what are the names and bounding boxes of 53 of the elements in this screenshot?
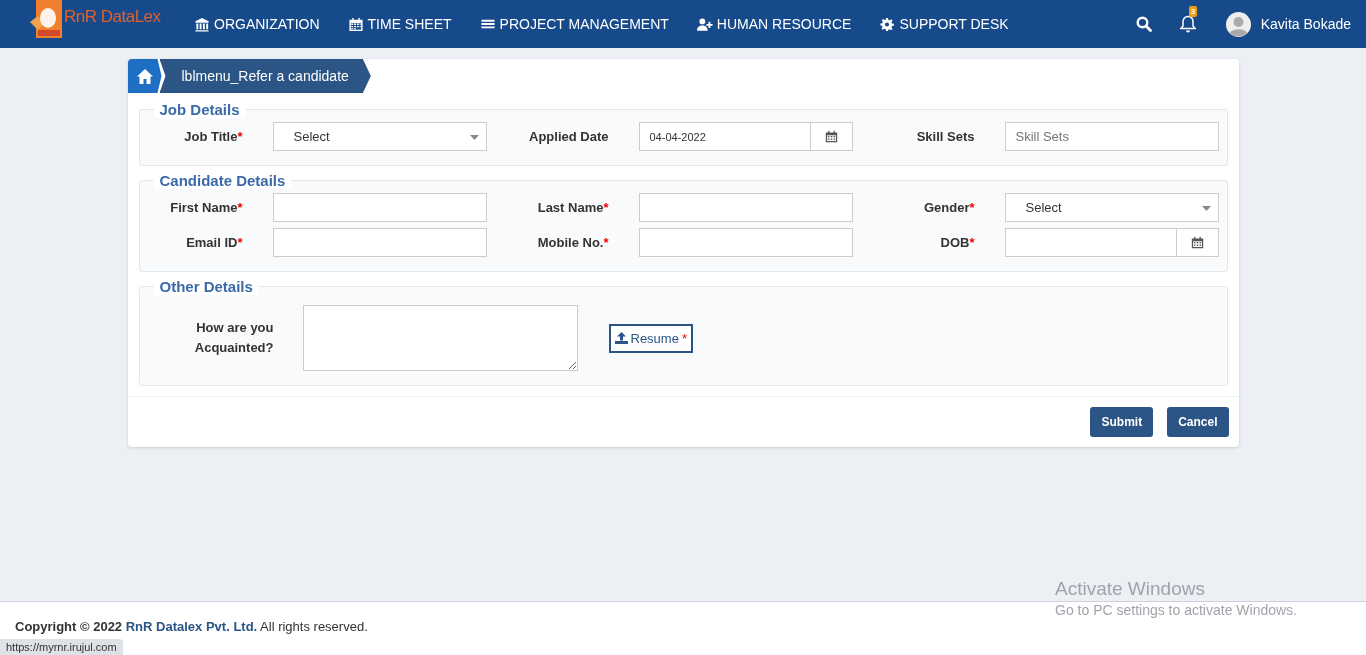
select-field[interactable]: Select [272,122,487,151]
field-label: Gender* [922,200,975,215]
calendar-icon [824,130,838,143]
action-button[interactable]: Submit [1090,407,1154,437]
nav-link[interactable]: SUPPORT DESK [879,16,1009,32]
field-label: DOB* [939,235,975,250]
field-label: Last Name* [536,200,609,215]
caret-icon [469,135,479,140]
activation-title: Activate Windows [1055,578,1206,600]
field-label: Skill Sets [915,129,975,144]
action-button[interactable]: Cancel [1167,407,1229,437]
copyright-text: Copyright © 2022 RnR Datalex Pvt. Ltd. All rights reserved. [15,619,368,634]
calendar-button[interactable] [1176,228,1219,257]
resume-upload-button[interactable]: Resume * [608,323,693,353]
text-field[interactable] [638,193,853,222]
field-label: Mobile No.* [536,235,609,250]
section-title: Job Details [153,101,246,118]
text-field[interactable] [638,228,853,257]
nav-link[interactable]: PROJECT MANAGEMENT [479,16,669,32]
calendar-button[interactable] [810,122,853,151]
nav-link[interactable]: ORGANIZATION [194,16,320,32]
user-plus-icon [696,16,713,32]
calendar-icon [1190,236,1204,249]
gear-icon [879,16,896,32]
activation-text: Go to PC settings to activate Windows. [1055,602,1297,618]
user-name[interactable]: Kavita Bokade [1260,16,1351,32]
text-field[interactable] [272,193,487,222]
date-field[interactable]: 04-04-2022 [638,122,811,151]
field-label: Email ID* [185,235,243,250]
text-field[interactable]: Skill Sets [1004,122,1219,151]
section-title: Other Details [153,278,259,295]
search-icon[interactable] [1135,16,1152,32]
caret-icon [1201,206,1211,211]
bank-icon [194,16,210,32]
home-button[interactable] [127,59,162,93]
date-field[interactable] [1004,228,1177,257]
notification-badge: 3 [1188,6,1198,17]
bell-icon[interactable] [1179,15,1196,33]
calendar-icon [347,16,364,32]
upload-icon [614,332,628,344]
field-label: How are you Acquainted? [193,319,274,357]
nav-link[interactable]: TIME SHEET [347,16,452,32]
field-label: First Name* [169,200,243,215]
breadcrumb-item: lblmenu_Refer a candidate [159,59,371,93]
text-field[interactable] [272,228,487,257]
select-field[interactable]: Select [1004,193,1219,222]
nav-link[interactable]: HUMAN RESOURCE [696,16,852,32]
field-label: Job Title* [183,129,243,144]
home-icon [136,68,153,84]
avatar-icon[interactable] [1225,11,1251,37]
status-url: https://myrnr.irujul.com [0,639,123,655]
section-title: Candidate Details [153,172,292,189]
field-label: Applied Date [528,129,609,144]
